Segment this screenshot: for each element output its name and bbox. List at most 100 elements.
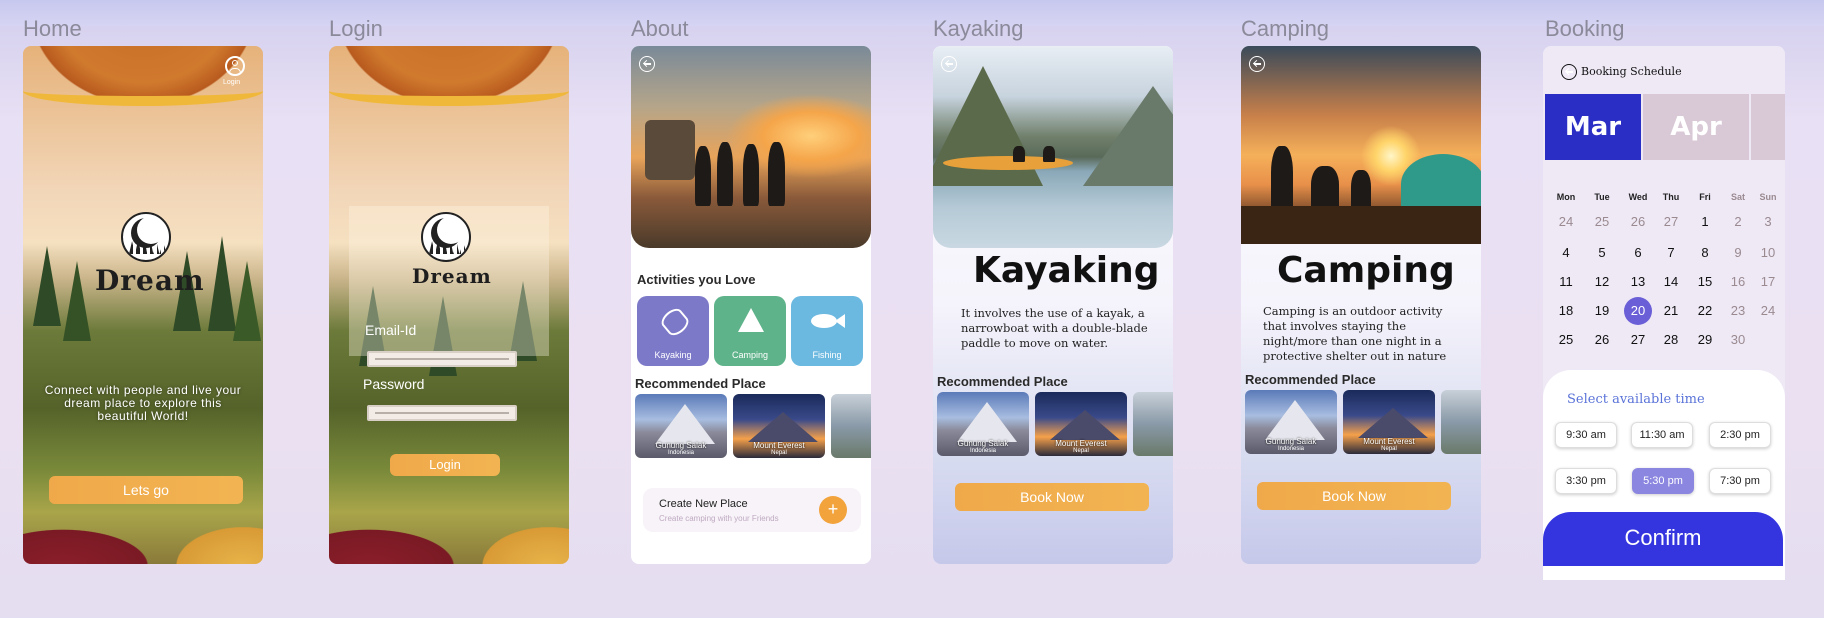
kayaking-screen: Kayaking It involves the use of a kayak,… xyxy=(933,46,1173,564)
place-card[interactable]: Mount Everest Nepal xyxy=(1035,392,1127,456)
calendar-day[interactable]: 28 xyxy=(1656,332,1686,347)
booking-screen: Booking Schedule Mar Apr Mon Tue Wed Thu Fri… xyxy=(1543,46,1785,580)
email-field[interactable] xyxy=(367,351,517,367)
activities-heading: Activities you Love xyxy=(637,272,756,287)
calendar-day[interactable]: 1 xyxy=(1690,214,1720,229)
calendar-day[interactable]: 23 xyxy=(1723,303,1753,318)
calendar-day[interactable]: 26 xyxy=(1623,214,1653,229)
activity-title: Camping xyxy=(1277,250,1455,291)
calendar-day[interactable]: 16 xyxy=(1723,274,1753,289)
month-tab[interactable] xyxy=(1751,94,1785,160)
calendar-day[interactable]: 25 xyxy=(1587,214,1617,229)
camping-screen: Camping Camping is an outdoor activity t… xyxy=(1241,46,1481,564)
password-field[interactable] xyxy=(367,405,517,421)
login-screen: Dream Email-Id Password Login xyxy=(329,46,569,564)
activity-kayaking[interactable]: Kayaking xyxy=(637,296,709,366)
calendar-day[interactable]: 22 xyxy=(1690,303,1720,318)
frame-title-login: Login xyxy=(329,16,383,41)
place-card[interactable]: Gunung Salak Indonesia xyxy=(635,394,727,458)
calendar-day[interactable]: 4 xyxy=(1551,245,1581,260)
recommended-heading: Recommended Place xyxy=(937,374,1068,389)
frame-title-camping: Camping xyxy=(1241,16,1330,41)
profile-icon[interactable] xyxy=(225,56,245,76)
place-card[interactable] xyxy=(1133,392,1173,456)
calendar-day[interactable]: 10 xyxy=(1753,245,1783,260)
confirm-button[interactable]: Confirm xyxy=(1543,512,1783,566)
calendar-day[interactable]: 26 xyxy=(1587,332,1617,347)
time-slot[interactable]: 7:30 pm xyxy=(1709,468,1771,494)
place-card[interactable]: Mount Everest Nepal xyxy=(1343,390,1435,454)
weekday-label: Mon xyxy=(1556,192,1576,202)
calendar-day[interactable]: 7 xyxy=(1656,245,1686,260)
back-icon[interactable] xyxy=(1249,56,1265,72)
frame-title-booking: Booking xyxy=(1545,16,1625,41)
calendar-day[interactable]: 19 xyxy=(1587,303,1617,318)
calendar-day[interactable]: 15 xyxy=(1690,274,1720,289)
create-place-card[interactable]: Create New Place Create camping with you… xyxy=(643,488,861,532)
time-slot[interactable]: 2:30 pm xyxy=(1709,422,1771,448)
calendar-day-selected[interactable]: 20 xyxy=(1624,297,1652,325)
brand-name: Dream xyxy=(412,264,492,288)
weekday-label: Tue xyxy=(1594,192,1610,202)
time-slot[interactable]: 3:30 pm xyxy=(1555,468,1617,494)
calendar-day[interactable]: 2 xyxy=(1723,214,1753,229)
calendar-day[interactable]: 24 xyxy=(1551,214,1581,229)
calendar-day[interactable]: 30 xyxy=(1723,332,1753,347)
booking-header: Booking Schedule xyxy=(1581,65,1682,78)
recommended-heading: Recommended Place xyxy=(1245,372,1376,387)
frame-title-about: About xyxy=(631,16,689,41)
back-icon[interactable] xyxy=(1561,64,1577,80)
tent-icon xyxy=(738,308,764,332)
time-slot[interactable]: 11:30 am xyxy=(1631,422,1693,448)
calendar-day[interactable]: 17 xyxy=(1753,274,1783,289)
email-label: Email-Id xyxy=(365,322,417,338)
calendar-day[interactable]: 21 xyxy=(1656,303,1686,318)
calendar-day[interactable]: 12 xyxy=(1587,274,1617,289)
login-button[interactable]: Login xyxy=(390,454,500,476)
calendar-day[interactable]: 29 xyxy=(1690,332,1720,347)
time-heading: Select available time xyxy=(1567,392,1705,407)
calendar-day[interactable]: 24 xyxy=(1753,303,1783,318)
activity-description: It involves the use of a kayak, a narrow… xyxy=(961,306,1148,350)
activity-fishing[interactable]: Fishing xyxy=(791,296,863,366)
kayak-icon xyxy=(658,305,692,339)
activity-description: Camping is an outdoor activity that invo… xyxy=(1263,304,1447,363)
month-tab-selected[interactable]: Mar xyxy=(1545,94,1641,160)
place-card[interactable]: Gunung Salak Indonesia xyxy=(1245,390,1337,454)
lets-go-button[interactable]: Lets go xyxy=(49,476,243,504)
calendar-day[interactable]: 25 xyxy=(1551,332,1581,347)
calendar-day[interactable]: 14 xyxy=(1656,274,1686,289)
dream-logo-icon xyxy=(121,212,171,262)
place-card[interactable]: Gunung Salak Indonesia xyxy=(937,392,1029,456)
book-now-button[interactable]: Book Now xyxy=(955,483,1149,511)
place-card[interactable] xyxy=(831,394,871,458)
calendar-day[interactable]: 27 xyxy=(1656,214,1686,229)
calendar-day[interactable]: 8 xyxy=(1690,245,1720,260)
weekday-label: Fri xyxy=(1699,192,1711,202)
frame-title-home: Home xyxy=(23,16,82,41)
calendar-day[interactable]: 5 xyxy=(1587,245,1617,260)
activity-title: Kayaking xyxy=(973,250,1160,291)
login-link[interactable]: Login xyxy=(223,79,240,86)
calendar-day[interactable]: 9 xyxy=(1723,245,1753,260)
time-slot-selected[interactable]: 5:30 pm xyxy=(1632,468,1694,494)
recommended-heading: Recommended Place xyxy=(635,376,766,391)
place-card[interactable]: Mount Everest Nepal xyxy=(733,394,825,458)
back-icon[interactable] xyxy=(941,56,957,72)
create-title: Create New Place xyxy=(659,498,748,510)
book-now-button[interactable]: Book Now xyxy=(1257,482,1451,510)
month-tab[interactable]: Apr xyxy=(1643,94,1749,160)
activity-camping[interactable]: Camping xyxy=(714,296,786,366)
calendar-day[interactable]: 13 xyxy=(1623,274,1653,289)
calendar-day[interactable]: 6 xyxy=(1623,245,1653,260)
frame-title-kayaking: Kayaking xyxy=(933,16,1024,41)
password-label: Password xyxy=(363,376,425,392)
calendar-day[interactable]: 27 xyxy=(1623,332,1653,347)
back-icon[interactable] xyxy=(639,56,655,72)
calendar-day[interactable]: 11 xyxy=(1551,274,1581,289)
calendar-day[interactable]: 18 xyxy=(1551,303,1581,318)
add-place-button[interactable]: + xyxy=(819,496,847,524)
time-slot[interactable]: 9:30 am xyxy=(1555,422,1617,448)
place-card[interactable] xyxy=(1441,390,1481,454)
calendar-day[interactable]: 3 xyxy=(1753,214,1783,229)
